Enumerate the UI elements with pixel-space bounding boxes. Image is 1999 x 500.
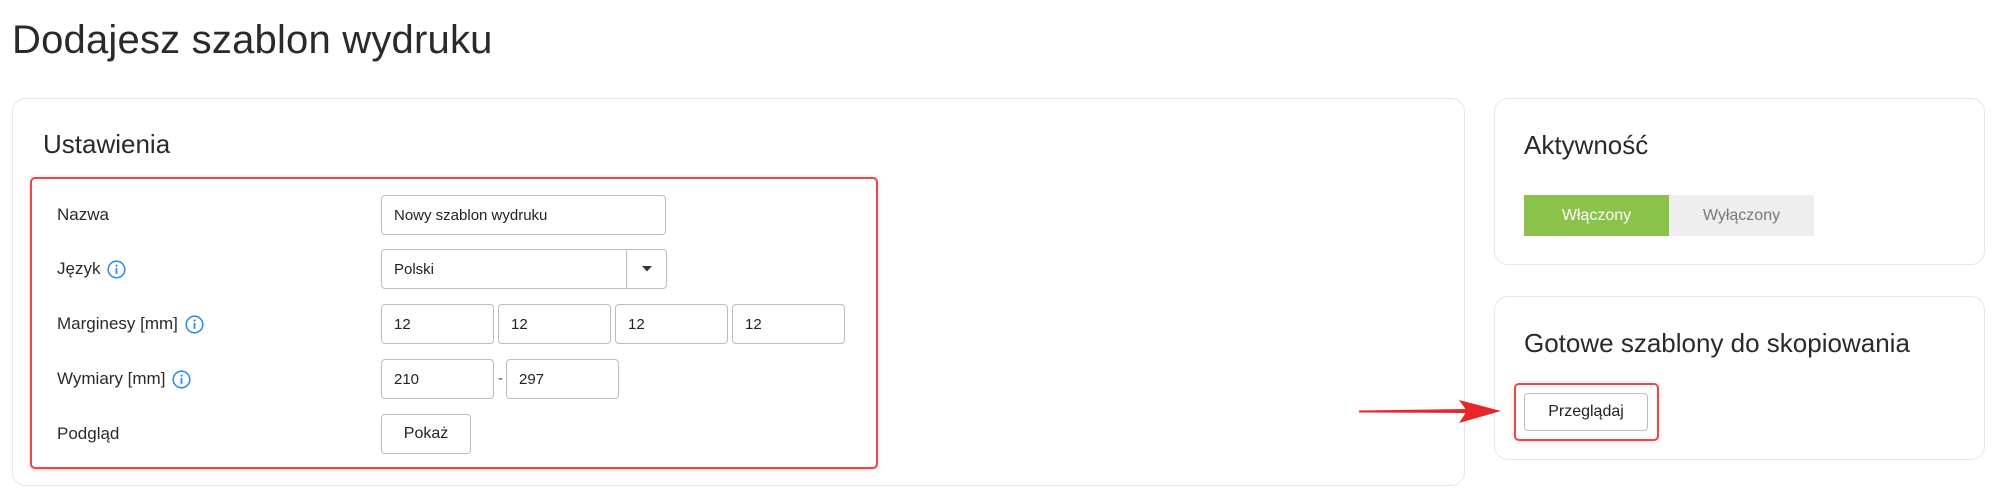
margin-left-input[interactable] — [732, 304, 845, 344]
activity-card: Aktywność Włączony Wyłączony — [1494, 98, 1985, 265]
activity-title: Aktywność — [1524, 130, 1649, 160]
info-icon[interactable] — [107, 259, 127, 279]
height-input[interactable] — [506, 359, 619, 399]
margin-bottom-input[interactable] — [615, 304, 728, 344]
margin-top-input[interactable] — [381, 304, 494, 344]
toggle-enabled-button[interactable]: Włączony — [1524, 195, 1669, 236]
name-label: Nazwa — [57, 205, 109, 225]
language-select[interactable]: Polski — [381, 249, 667, 289]
dimensions-label: Wymiary [mm] — [57, 369, 192, 389]
settings-card: Ustawienia Nazwa Język Polski Marginesy … — [12, 98, 1465, 486]
language-label: Język — [57, 259, 127, 279]
toggle-disabled-button[interactable]: Wyłączony — [1669, 195, 1814, 236]
margins-label: Marginesy [mm] — [57, 314, 204, 334]
dimension-separator: - — [498, 370, 503, 387]
chevron-down-icon[interactable] — [626, 250, 666, 288]
info-icon[interactable] — [172, 369, 192, 389]
language-select-value: Polski — [394, 260, 435, 278]
templates-card: Gotowe szablony do skopiowania Przegląda… — [1494, 296, 1985, 460]
info-icon[interactable] — [185, 314, 204, 334]
templates-title: Gotowe szablony do skopiowania — [1524, 328, 1910, 358]
red-arrow-annotation — [1359, 400, 1501, 423]
name-label-text: Nazwa — [57, 205, 109, 224]
preview-label: Podgląd — [57, 424, 119, 444]
preview-label-text: Podgląd — [57, 424, 120, 443]
dimensions-label-text: Wymiary [mm] — [57, 369, 166, 388]
activity-toggle: Włączony Wyłączony — [1524, 195, 1814, 236]
settings-title: Ustawienia — [43, 129, 171, 159]
page-title: Dodajesz szablon wydruku — [12, 18, 493, 62]
language-label-text: Język — [57, 259, 101, 278]
width-input[interactable] — [381, 359, 494, 399]
name-input[interactable] — [381, 195, 666, 235]
show-preview-button[interactable]: Pokaż — [381, 414, 471, 454]
margins-label-text: Marginesy [mm] — [57, 314, 178, 333]
margin-right-input[interactable] — [498, 304, 611, 344]
browse-templates-button[interactable]: Przeglądaj — [1524, 393, 1648, 431]
